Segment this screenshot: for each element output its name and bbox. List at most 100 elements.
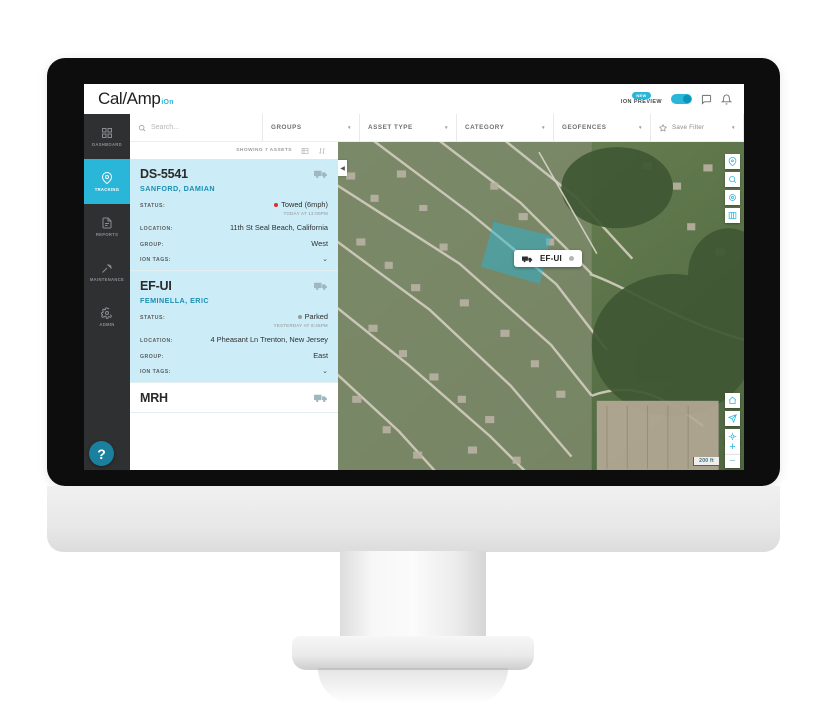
filter-groups[interactable]: GROUPS ▾ <box>263 114 360 141</box>
asset-name: DS-5541 <box>140 167 188 181</box>
help-button[interactable]: ? <box>89 441 114 466</box>
sidebar-label-dashboard: DASHBOARD <box>92 141 122 147</box>
asset-status-row: STATUS: Parked YESTERDAY AT 8:45PM <box>140 312 328 328</box>
gear-icon <box>101 306 113 319</box>
calamp-logo[interactable]: Cal / Amp iOn <box>98 89 174 109</box>
filter-asset-type[interactable]: ASSET TYPE ▾ <box>360 114 457 141</box>
filter-geofences[interactable]: GEOFENCES ▾ <box>554 114 651 141</box>
status-value-wrap: Parked YESTERDAY AT 8:45PM <box>274 312 328 328</box>
status-dot-icon <box>274 202 279 207</box>
location-pin-icon <box>101 171 113 184</box>
status-badge: Towed (6mph) <box>274 200 328 209</box>
chevron-down-icon: ▾ <box>347 124 351 131</box>
asset-name: MRH <box>140 391 168 405</box>
sidebar-item-reports[interactable]: REPORTS <box>84 204 130 249</box>
asset-group-row: GROUP: East <box>140 351 328 360</box>
geofence-tool-icon[interactable] <box>725 154 740 169</box>
status-label: STATUS: <box>140 202 166 209</box>
group-value: West <box>311 239 328 248</box>
sidebar: DASHBOARD TRACKING REPORTS MAINTENANCE A… <box>84 114 130 470</box>
zoom-out-button[interactable]: − <box>725 454 740 468</box>
share-location-icon[interactable] <box>725 411 740 426</box>
location-label: LOCATION: <box>140 226 173 232</box>
asset-iontags-row[interactable]: ION TAGS: ⌄ <box>140 255 328 263</box>
group-value: East <box>313 351 328 360</box>
chevron-down-icon[interactable]: ⌄ <box>322 255 328 263</box>
ion-tags-label: ION TAGS: <box>140 257 171 263</box>
asset-group-row: GROUP: West <box>140 239 328 248</box>
screenshot-root: Cal / Amp iOn NEW ION PREVIEW DASHBOARD … <box>0 0 825 704</box>
location-value: 11th St Seal Beach, California <box>229 223 328 232</box>
asset-card[interactable]: EF-UI FEMINELLA, ERIC STATUS: Parked YES… <box>130 271 338 383</box>
truck-icon <box>314 169 328 179</box>
asset-status-row: STATUS: Towed (6mph) TODAY AT 12:00PM <box>140 200 328 216</box>
header-controls: NEW ION PREVIEW <box>621 92 732 106</box>
map-layers-icon[interactable] <box>725 208 740 223</box>
status-text: Towed (6mph) <box>281 200 328 209</box>
marker-label: EF-UI <box>540 254 562 263</box>
asset-card[interactable]: MRH <box>130 383 338 413</box>
truck-icon <box>314 281 328 291</box>
map-view[interactable]: ◀ EF-UI 200 ft + − <box>338 142 744 470</box>
sort-icon[interactable] <box>318 147 326 155</box>
status-timestamp: TODAY AT 12:00PM <box>283 211 328 216</box>
status-value-wrap: Towed (6mph) TODAY AT 12:00PM <box>274 200 328 216</box>
asset-name: EF-UI <box>140 279 172 293</box>
save-filter-label: Save Filter <box>672 124 705 131</box>
bell-icon[interactable] <box>721 94 732 105</box>
filter-groups-label: GROUPS <box>271 124 302 131</box>
marker-status-dot-icon <box>568 256 574 261</box>
filter-bar: Search... GROUPS ▾ ASSET TYPE ▾ CATEGORY… <box>130 114 744 142</box>
satellite-map-imagery <box>338 142 744 470</box>
chevron-down-icon[interactable]: ⌄ <box>322 367 328 375</box>
ion-tags-label: ION TAGS: <box>140 369 171 375</box>
asset-card-header: EF-UI <box>140 279 328 293</box>
chat-icon[interactable] <box>701 94 712 105</box>
showing-count: SHOWING 7 ASSETS <box>236 148 292 153</box>
filter-category[interactable]: CATEGORY ▾ <box>457 114 554 141</box>
new-badge: NEW <box>632 92 651 100</box>
chevron-down-icon: ▾ <box>541 124 545 131</box>
search-area-icon[interactable] <box>725 172 740 187</box>
sidebar-item-maintenance[interactable]: MAINTENANCE <box>84 249 130 294</box>
truck-icon <box>314 393 328 403</box>
home-icon[interactable] <box>725 393 740 408</box>
asset-card-header: DS-5541 <box>140 167 328 181</box>
star-icon <box>659 123 667 132</box>
location-label: LOCATION: <box>140 338 173 344</box>
save-filter-button[interactable]: Save Filter ▾ <box>651 114 744 141</box>
group-label: GROUP: <box>140 242 164 248</box>
search-input[interactable]: Search... <box>130 114 263 141</box>
sidebar-label-admin: ADMIN <box>99 321 115 327</box>
logo-cal: Cal <box>98 89 123 108</box>
monitor-stand-base <box>292 636 534 670</box>
search-icon <box>138 124 146 132</box>
chevron-down-icon: ▾ <box>731 124 735 131</box>
filter-asset-type-label: ASSET TYPE <box>368 124 413 131</box>
asset-list-panel: SHOWING 7 ASSETS DS-5541 SANFORD, DAMIAN… <box>130 142 338 470</box>
asset-iontags-row[interactable]: ION TAGS: ⌄ <box>140 367 328 375</box>
map-zoom-controls: + − <box>725 440 740 468</box>
ion-preview-group: NEW ION PREVIEW <box>621 92 662 106</box>
ion-preview-label: ION PREVIEW <box>620 99 662 106</box>
sidebar-item-tracking[interactable]: TRACKING <box>84 159 130 204</box>
ion-preview-toggle[interactable] <box>671 94 692 104</box>
asset-location-row: LOCATION: 4 Pheasant Ln Trenton, New Jer… <box>140 335 328 344</box>
zoom-in-button[interactable]: + <box>725 440 740 454</box>
asset-location-row: LOCATION: 11th St Seal Beach, California <box>140 223 328 232</box>
asset-card[interactable]: DS-5541 SANFORD, DAMIAN STATUS: Towed (6… <box>130 159 338 271</box>
location-value: 4 Pheasant Ln Trenton, New Jersey <box>210 335 329 344</box>
map-marker-ef-ui[interactable]: EF-UI <box>514 250 582 267</box>
sidebar-label-maintenance: MAINTENANCE <box>89 276 125 282</box>
status-badge: Parked <box>274 312 328 321</box>
collapse-list-button[interactable]: ◀ <box>338 160 347 176</box>
asset-driver: FEMINELLA, ERIC <box>140 296 210 305</box>
sidebar-item-admin[interactable]: ADMIN <box>84 294 130 339</box>
grid-view-icon[interactable] <box>301 147 309 155</box>
monitor-chin <box>47 486 780 552</box>
asset-cluster-icon[interactable] <box>725 190 740 205</box>
content-area: Search... GROUPS ▾ ASSET TYPE ▾ CATEGORY… <box>130 114 744 470</box>
sidebar-item-dashboard[interactable]: DASHBOARD <box>84 114 130 159</box>
logo-amp: Amp <box>126 89 161 108</box>
asset-driver: SANFORD, DAMIAN <box>140 184 216 193</box>
